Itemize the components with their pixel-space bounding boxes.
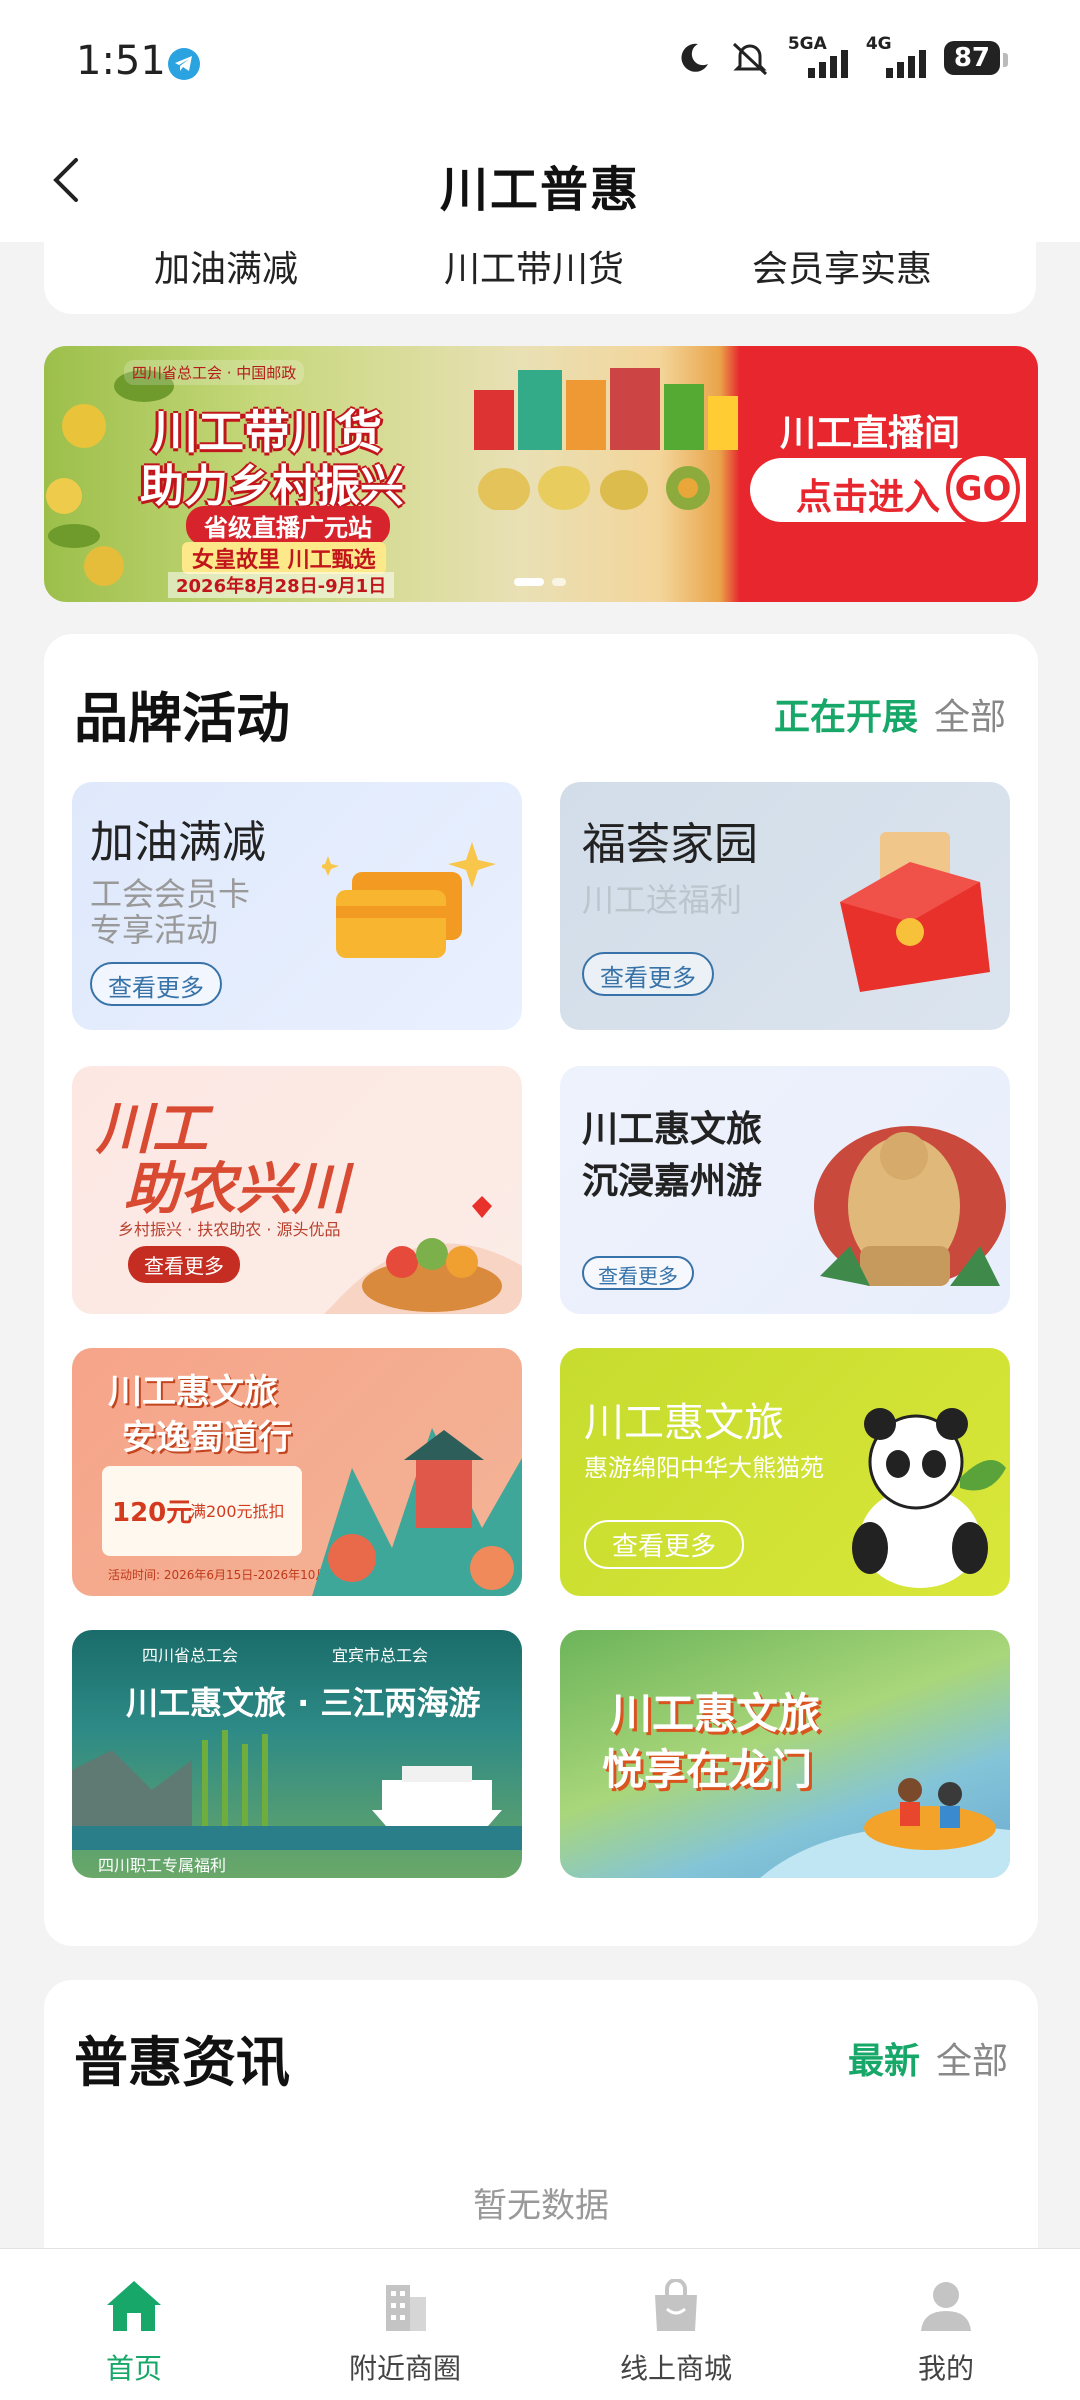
status-bar: 1:51 5GA 4G 87: [0, 0, 1080, 120]
activity-card-longmen[interactable]: 川工惠文旅 悦享在龙门: [560, 1630, 1010, 1878]
banner-orgs: 四川省总工会 · 中国邮政: [124, 360, 305, 385]
activity-card-three-rivers[interactable]: 四川省总工会 宜宾市总工会 川工惠文旅 · 三江两海游 四川职工专属福利: [72, 1630, 522, 1878]
card-title: 川工惠文旅: [582, 1109, 763, 1150]
enter-live-label: 点击进入: [796, 477, 941, 518]
activity-card-farm-help[interactable]: 川工 助农兴川 乡村振兴 · 扶农助农 · 源头优品 查看更多: [72, 1066, 522, 1314]
telegram-icon: [168, 48, 200, 80]
signal-bars-icon: [807, 50, 848, 78]
status-time: 1:51: [76, 38, 166, 84]
card-title: 安逸蜀道行: [122, 1418, 292, 1458]
view-more-button[interactable]: 查看更多: [582, 952, 714, 996]
card-footer: 四川职工专属福利: [98, 1856, 227, 1875]
signal-5ga: 5GA: [788, 34, 848, 78]
card-subtitle: 川工送福利: [582, 881, 743, 919]
activity-card-panda-garden[interactable]: 川工惠文旅 惠游绵阳中华大熊猫苑 查看更多: [560, 1348, 1010, 1596]
org-label: 宜宾市总工会: [332, 1646, 429, 1665]
empty-state: 暂无数据: [473, 2186, 609, 2226]
banner-headline-2: 助力乡村振兴: [140, 461, 404, 512]
card-title: 助农兴川: [124, 1157, 348, 1222]
section-title: 普惠资讯: [74, 2031, 290, 2094]
view-more-button[interactable]: 查看更多: [90, 962, 222, 1006]
filter-latest[interactable]: 最新: [848, 2032, 920, 2084]
coupon-price: 120元: [112, 1498, 193, 1528]
quick-link-fuel[interactable]: 加油满减: [154, 240, 298, 292]
go-badge: GO: [946, 452, 1020, 526]
enter-live-button[interactable]: 点击进入 GO: [750, 452, 1026, 526]
mute-icon: [732, 42, 767, 76]
view-all-link[interactable]: 全部: [936, 2032, 1008, 2084]
filter-ongoing[interactable]: 正在开展: [774, 688, 918, 740]
card-subtitle: 乡村振兴 · 扶农助农 · 源头优品: [118, 1220, 341, 1239]
view-more-button[interactable]: 查看更多: [128, 1246, 240, 1283]
product-boxes-image: [474, 368, 738, 510]
nav-home[interactable]: 首页: [34, 2279, 234, 2387]
card-title: 福荟家园: [582, 819, 758, 870]
giant-buddha-image: [814, 1126, 1006, 1286]
moon-icon: [681, 43, 708, 72]
carousel-indicator: [514, 578, 566, 586]
banner-slogan: 女皇故里 川工甄选: [182, 542, 386, 574]
card-title: 沉浸嘉州游: [582, 1161, 763, 1202]
signal-bars-icon: [885, 50, 926, 78]
nav-online-mall[interactable]: 线上商城: [576, 2279, 776, 2387]
activity-card-fuel[interactable]: 加油满减 工会会员卡 专享活动 查看更多: [72, 782, 522, 1030]
section-title: 品牌活动: [74, 687, 290, 750]
brand-activities-section: 品牌活动 正在开展 全部 加油满减 工会会员卡 专享活动 查看更多 福荟家园 川…: [44, 634, 1038, 1946]
status-icons: 5GA 4G 87: [676, 34, 1009, 78]
title-bar: 川工普惠: [0, 120, 1080, 242]
card-subtitle: 工会会员卡: [90, 875, 251, 913]
gift-box-icon: [840, 832, 990, 992]
quick-link-sichuan-goods[interactable]: 川工带川货: [444, 240, 624, 292]
card-title: 加油满减: [90, 817, 266, 868]
coupon-box: 120元 满200元抵扣: [102, 1466, 302, 1556]
org-label: 四川省总工会: [142, 1646, 239, 1665]
coupon-discount: 满200元抵扣: [190, 1502, 285, 1521]
activity-card-shu-road[interactable]: 川工惠文旅 安逸蜀道行 120元 满200元抵扣 活动时间: 2026年6月15…: [72, 1348, 522, 1596]
view-all-link[interactable]: 全部: [934, 688, 1006, 740]
banner-station: 省级直播广元站: [186, 506, 390, 545]
bottom-navigation: 首页 附近商圈 线上商城 我的: [0, 2248, 1080, 2400]
battery-indicator: 87: [943, 41, 1009, 75]
quick-link-member-deals[interactable]: 会员享实惠: [752, 240, 932, 292]
live-room-label: 川工直播间: [780, 413, 961, 454]
quick-links-card: 加油满减 川工带川货 会员享实惠: [44, 240, 1036, 314]
building-icon: [386, 2285, 426, 2331]
live-stream-banner[interactable]: 四川省总工会 · 中国邮政 川工带川货 助力乡村振兴 省级直播广元站 女皇故里 …: [44, 346, 1038, 602]
nav-label: 我的: [917, 2352, 974, 2385]
card-title: 川工惠文旅: [108, 1372, 278, 1412]
rafting-image: [760, 1778, 1010, 1878]
banner-date: 2026年8月28日-9月1日: [168, 572, 395, 598]
nav-profile[interactable]: 我的: [846, 2279, 1046, 2387]
view-more-button[interactable]: 查看更多: [584, 1520, 745, 1569]
pagoda-landscape-image: [312, 1428, 522, 1596]
nav-nearby[interactable]: 附近商圈: [305, 2279, 505, 2387]
card-title: 川工惠文旅: [584, 1400, 784, 1446]
nav-label: 附近商圈: [348, 2352, 461, 2385]
view-more-button[interactable]: 查看更多: [582, 1256, 694, 1290]
card-subtitle: 惠游绵阳中华大熊猫苑: [584, 1454, 824, 1482]
home-icon: [107, 2281, 161, 2331]
harvest-basket-image: [324, 1196, 522, 1314]
nav-label: 首页: [105, 2352, 162, 2385]
nav-label: 线上商城: [619, 2352, 732, 2385]
card-title: 川工惠文旅 · 三江两海游: [126, 1684, 481, 1722]
user-icon: [921, 2282, 971, 2331]
signal-4g: 4G: [866, 34, 926, 78]
river-cruise-image: [72, 1730, 522, 1850]
activity-card-jiazhou-tour[interactable]: 川工惠文旅 沉浸嘉州游 查看更多: [560, 1066, 1010, 1314]
member-card-icon: [322, 842, 496, 958]
page-title: 川工普惠: [439, 162, 640, 218]
activity-card-home[interactable]: 福荟家园 川工送福利 查看更多: [560, 782, 1010, 1030]
card-subtitle: 专享活动: [90, 911, 219, 949]
shopping-bag-icon: [655, 2279, 697, 2331]
panda-icon: [852, 1408, 1006, 1588]
